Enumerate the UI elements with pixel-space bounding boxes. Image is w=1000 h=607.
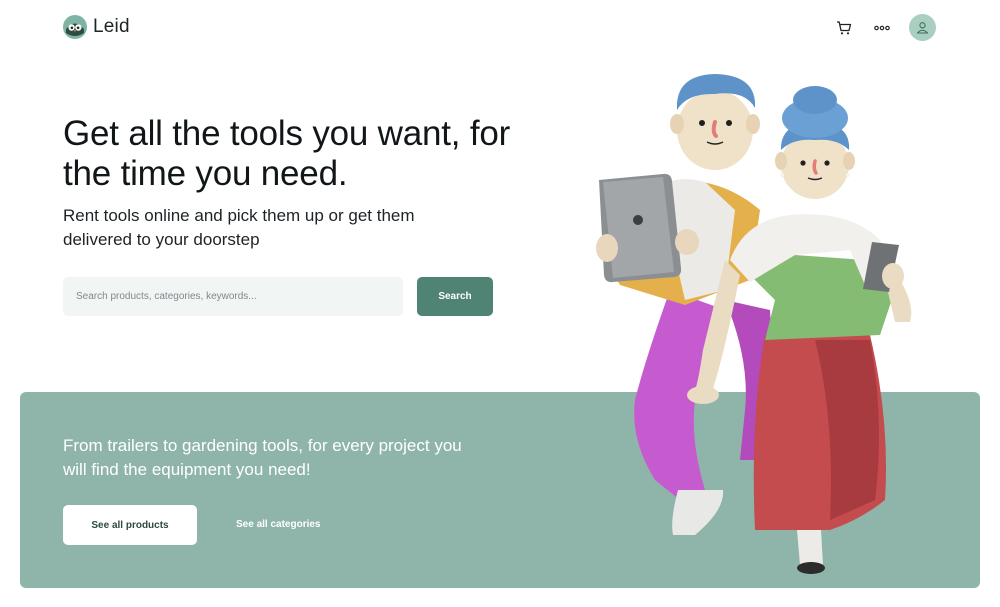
banner-text: From trailers to gardening tools, for ev… (63, 436, 462, 479)
see-all-categories-link[interactable]: See all categories (236, 519, 321, 530)
user-icon (916, 22, 929, 34)
top-nav: Leid (0, 0, 1000, 56)
more-dots-icon (874, 25, 890, 30)
hero-subtitle: Rent tools online and pick them up or ge… (63, 206, 415, 249)
man-figure (596, 74, 772, 535)
more-button[interactable] (871, 17, 893, 39)
header-actions (833, 14, 936, 41)
cart-button[interactable] (833, 17, 855, 39)
hero-illustration (596, 74, 912, 574)
cart-icon (837, 20, 852, 34)
search-input[interactable] (63, 277, 403, 316)
search-button[interactable]: Search (417, 277, 493, 316)
brand-logo-link[interactable]: Leid (63, 15, 130, 39)
avatar[interactable] (909, 14, 936, 41)
see-all-products-button[interactable]: See all products (63, 505, 197, 545)
page-title: Get all the tools you want, for the time… (63, 114, 511, 193)
brand-name: Leid (93, 16, 130, 37)
owl-logo-icon (63, 15, 87, 39)
